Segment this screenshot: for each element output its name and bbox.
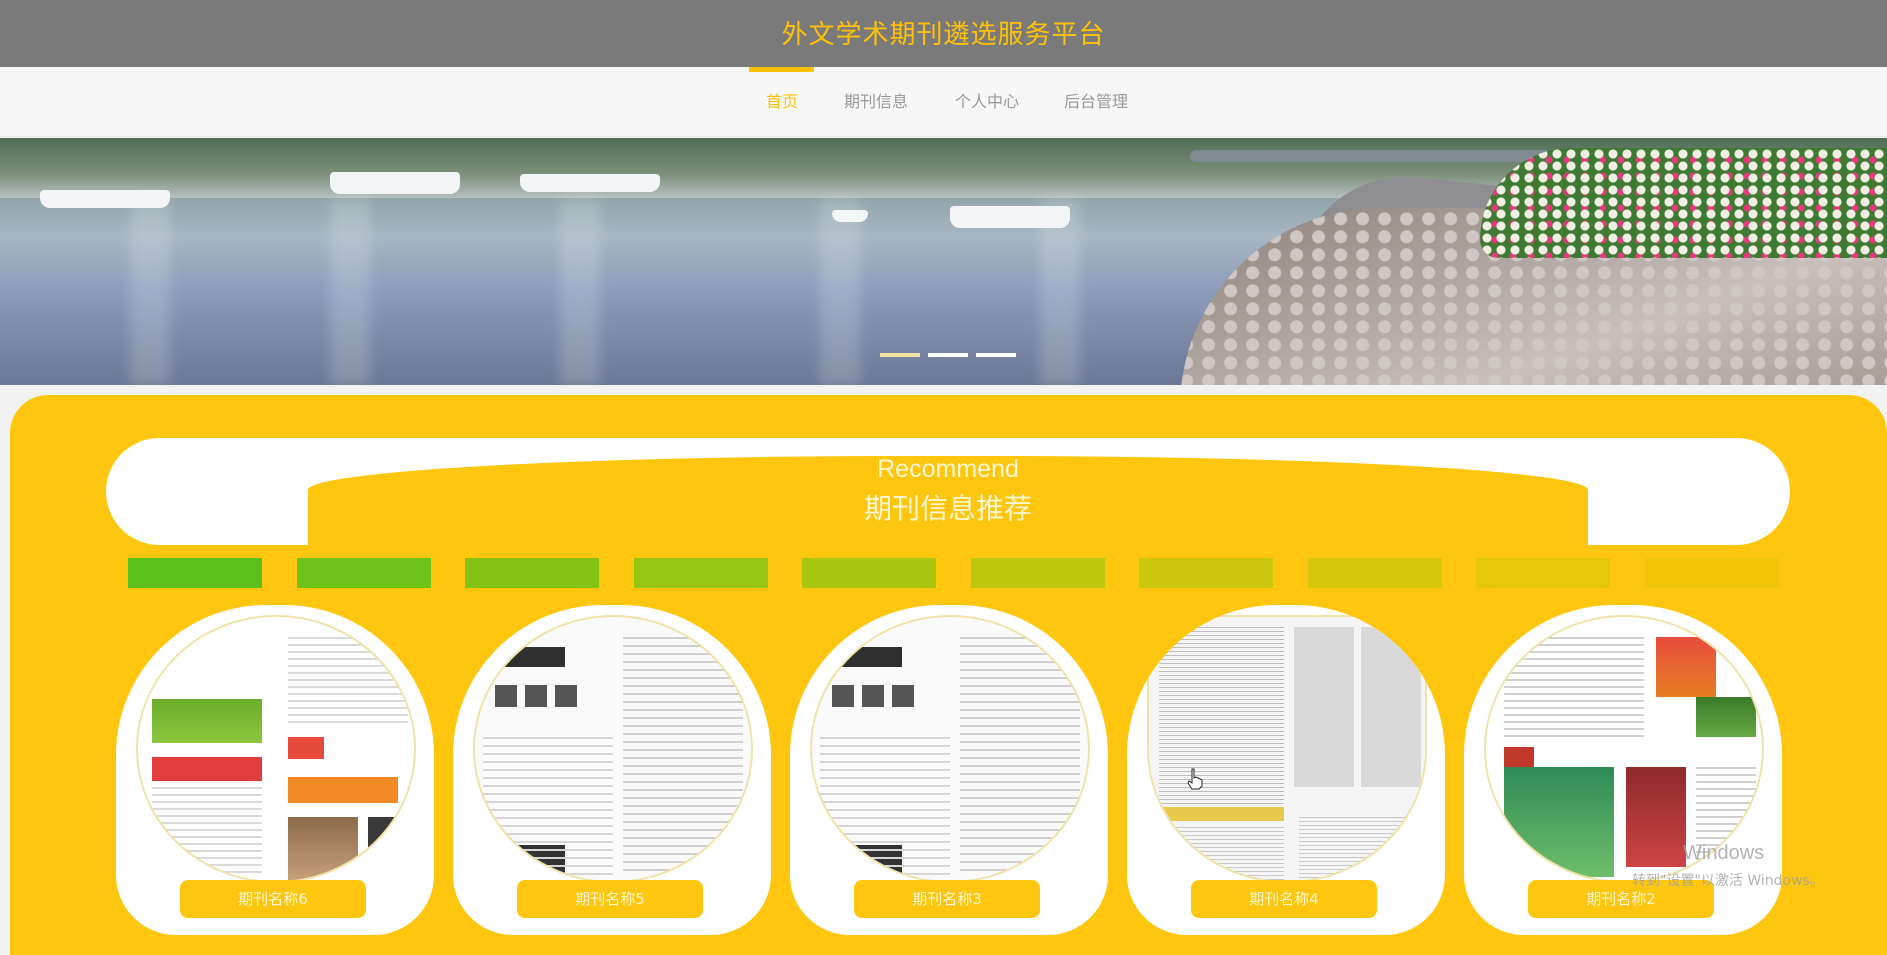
banner-reflection (330, 198, 370, 385)
color-strip (1476, 558, 1610, 588)
banner-reflection (820, 198, 860, 385)
site-title: 外文学术期刊遴选服务平台 (781, 20, 1106, 50)
nav-item-personal-center[interactable]: 个人中心 (955, 67, 1019, 137)
journal-cover-image (810, 615, 1090, 883)
hand-cursor-icon (1187, 768, 1203, 790)
journal-name-button[interactable]: 期刊名称4 (1191, 880, 1377, 918)
carousel-dot-3[interactable] (976, 353, 1016, 357)
top-bar: 外文学术期刊遴选服务平台 (0, 0, 1887, 67)
journal-cover-image (473, 615, 753, 883)
color-strip (1644, 558, 1779, 588)
boat-image (832, 210, 868, 222)
journal-card[interactable]: 期刊名称6 (116, 605, 434, 935)
boat-image (330, 172, 460, 194)
journal-card[interactable]: 期刊名称3 (790, 605, 1108, 935)
boat-image (40, 190, 170, 208)
color-strip (970, 558, 1105, 588)
carousel-dot-1[interactable] (880, 353, 920, 357)
journal-cover-image (136, 615, 416, 883)
windows-activation-hint: 转到"设置"以激活 Windows。 (1632, 873, 1824, 889)
recommend-title-en: Recommend (877, 455, 1019, 483)
banner-bridge (1190, 150, 1550, 162)
color-strip (802, 558, 936, 588)
windows-activation-watermark: Windows (1683, 842, 1765, 864)
nav-item-home[interactable]: 首页 (766, 67, 798, 137)
color-strip (1139, 558, 1273, 588)
carousel-dot-2[interactable] (928, 353, 968, 357)
banner-reflection (130, 198, 170, 385)
journal-name-button[interactable]: 期刊名称6 (180, 880, 366, 918)
journal-name-button[interactable]: 期刊名称5 (517, 880, 703, 918)
journal-name-button[interactable]: 期刊名称3 (854, 880, 1040, 918)
recommend-title-cn: 期刊信息推荐 (863, 492, 1032, 525)
main-nav: 首页 期刊信息 个人中心 后台管理 (0, 67, 1887, 137)
boat-image (520, 174, 660, 192)
nav-item-journal-info[interactable]: 期刊信息 (844, 67, 908, 137)
banner-flowers (1480, 148, 1887, 258)
hero-carousel[interactable] (0, 138, 1887, 385)
color-strip (128, 558, 262, 588)
color-strip (296, 558, 431, 588)
color-strip (633, 558, 768, 588)
color-strip (465, 558, 599, 588)
journal-cover-image (1147, 615, 1427, 883)
boat-image (950, 206, 1070, 228)
recommend-section: Recommend 期刊信息推荐 期刊名称6 期刊名称5 期刊名称3 期刊名称4… (10, 395, 1887, 955)
journal-card[interactable]: 期刊名称4 (1127, 605, 1445, 935)
journal-card[interactable]: 期刊名称5 (453, 605, 771, 935)
nav-item-admin[interactable]: 后台管理 (1064, 67, 1128, 137)
banner-reflection (560, 198, 600, 385)
color-strip (1307, 558, 1442, 588)
